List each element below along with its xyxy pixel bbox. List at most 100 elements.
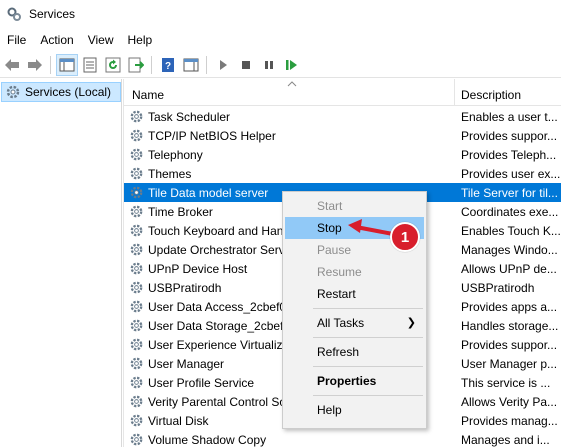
column-header-row: Name Description [124,79,561,106]
forward-arrow-icon [28,58,42,71]
toolbar: ? [0,52,561,78]
title-bar: Services [0,0,561,28]
menu-help[interactable]: Help [121,29,160,51]
table-row[interactable]: Task Scheduler Enables a user t... [124,107,561,126]
table-row[interactable]: Telephony Provides Teleph... [124,145,561,164]
stop-icon [242,60,250,69]
service-gear-icon [129,299,144,317]
services-gear-icon [6,85,20,99]
submenu-arrow-icon: ❯ [406,317,416,329]
service-gear-icon [129,204,144,222]
menu-item-start[interactable]: Start [285,195,424,217]
service-gear-icon [129,185,144,203]
pause-service-button[interactable] [258,54,280,76]
service-name: Task Scheduler [148,110,231,124]
service-gear-icon [129,356,144,374]
console-tree-icon [59,58,75,71]
step-number-badge: 1 [390,222,420,252]
help-toolbar-button[interactable]: ? [157,54,179,76]
service-description: Allows UPnP de... [461,262,557,276]
back-button[interactable] [1,54,23,76]
stop-service-button[interactable] [235,54,257,76]
service-description: Provides suppor... [461,129,558,143]
service-gear-icon [129,147,144,165]
refresh-toolbar-button[interactable] [102,54,124,76]
forward-button[interactable] [24,54,46,76]
menu-item-refresh[interactable]: Refresh [285,341,424,363]
menu-bar: File Action View Help [0,28,561,52]
menu-separator [313,366,423,367]
tree-item-services-local[interactable]: Services (Local) [1,82,121,102]
start-service-button[interactable] [212,54,234,76]
service-gear-icon [129,166,144,184]
menu-view[interactable]: View [81,29,121,51]
properties-toolbar-button[interactable] [79,54,101,76]
pause-icon [265,60,273,69]
toolbar-separator [206,55,207,74]
service-description: Manages Windo... [461,243,558,257]
table-row[interactable]: TCP/IP NetBIOS Helper Provides suppor... [124,126,561,145]
service-description: Provides suppor... [461,338,558,352]
service-name: Themes [148,167,192,181]
show-hide-console-tree-button[interactable] [56,53,78,76]
service-gear-icon [129,432,144,447]
column-header-name[interactable]: Name [124,79,455,106]
export-list-button[interactable] [125,54,147,76]
service-gear-icon [129,394,144,412]
service-gear-icon [129,242,144,260]
service-description: Enables a user t... [461,110,558,124]
menu-separator [313,395,423,396]
help-book-icon: ? [162,57,174,72]
menu-item-resume[interactable]: Resume [285,261,424,283]
service-description: Allows Verity Pa... [461,395,558,409]
services-gear-icon [7,7,21,21]
sort-ascending-icon [287,81,297,87]
menu-item-help[interactable]: Help [285,399,424,421]
service-description: This service is ... [461,376,551,390]
service-gear-icon [129,375,144,393]
refresh-icon [105,57,121,72]
menu-file[interactable]: File [0,29,33,51]
service-gear-icon [129,261,144,279]
svg-text:?: ? [165,61,171,72]
service-gear-icon [129,280,144,298]
service-gear-icon [129,318,144,336]
service-description: USBPratirodh [461,281,535,295]
play-icon [220,59,227,70]
restart-icon [286,59,297,70]
tree-item-label: Services (Local) [25,85,112,99]
service-name: Telephony [148,148,203,162]
service-description: Provides Teleph... [461,148,557,162]
show-action-pane-button[interactable] [180,54,202,76]
menu-item-restart[interactable]: Restart [285,283,424,305]
table-row[interactable]: Volume Shadow Copy Manages and i... [124,430,561,447]
service-description: Provides apps a... [461,300,558,314]
service-description: Enables Touch K... [461,224,561,238]
service-gear-icon [129,109,144,127]
table-row[interactable]: Themes Provides user ex... [124,164,561,183]
service-gear-icon [129,337,144,355]
toolbar-separator [50,55,51,74]
menu-action[interactable]: Action [33,29,80,51]
restart-service-button[interactable] [281,54,303,76]
service-gear-icon [129,223,144,241]
menu-separator [313,308,423,309]
service-description: Coordinates exe... [461,205,559,219]
menu-separator [313,337,423,338]
console-tree-pane: Services (Local) [0,79,122,447]
export-list-icon [128,57,144,72]
service-description: User Manager p... [461,357,558,371]
window-title: Services [29,7,76,21]
service-description: Tile Server for til... [461,186,558,200]
column-header-description[interactable]: Description [456,79,561,106]
service-name: Volume Shadow Copy [148,433,267,447]
menu-item-properties[interactable]: Properties [285,370,424,392]
service-description: Provides user ex... [461,167,561,181]
properties-sheet-icon [83,57,97,72]
service-description: Handles storage... [461,319,559,333]
menu-item-all-tasks[interactable]: All Tasks ❯ [285,312,424,334]
service-description: Manages and i... [461,433,550,447]
service-gear-icon [129,128,144,146]
service-description: Provides manag... [461,414,558,428]
all-tasks-label: All Tasks [317,316,365,330]
